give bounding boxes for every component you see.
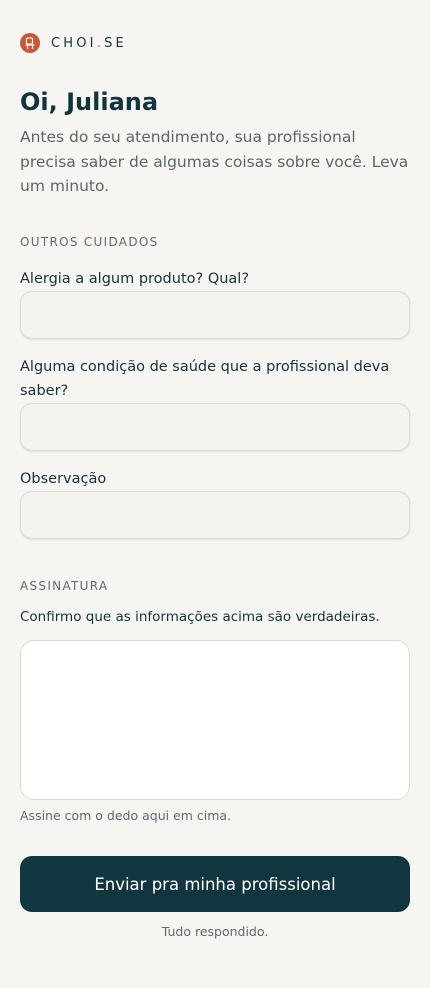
chair-icon [20, 33, 40, 53]
health-condition-label: Alguma condição de saúde que a profissio… [20, 359, 390, 399]
allergy-label: Alergia a algum produto? Qual? [20, 271, 250, 287]
signature-hint: Assine com o dedo aqui em cima. [20, 808, 232, 823]
brand-header: CHOI.SE [20, 33, 127, 53]
observation-input[interactable] [20, 491, 410, 539]
health-condition-input[interactable] [20, 403, 410, 451]
section-title-signature: ASSINATURA [20, 579, 109, 593]
signature-confirm-text: Confirmo que as informações acima são ve… [20, 609, 380, 625]
signature-pad[interactable] [20, 640, 410, 800]
intro-text: Antes do seu atendimento, sua profission… [20, 128, 409, 195]
page-title: Oi, Juliana [20, 88, 159, 116]
observation-label: Observação [20, 471, 107, 487]
submit-button[interactable]: Enviar pra minha profissional [20, 856, 410, 912]
section-title-care: OUTROS CUIDADOS [20, 235, 159, 249]
brand-logo-text: CHOI.SE [51, 35, 127, 51]
allergy-input[interactable] [20, 291, 410, 339]
status-text: Tudo respondido. [161, 924, 269, 939]
